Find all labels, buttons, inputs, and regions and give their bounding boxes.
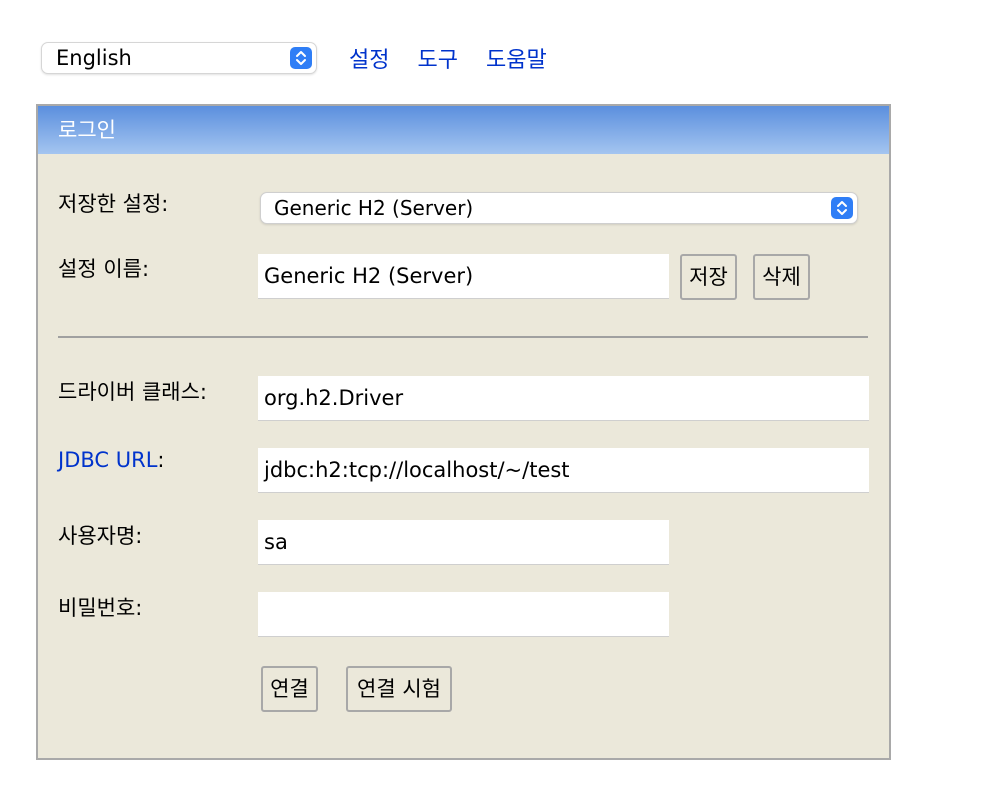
username-label: 사용자명:	[58, 524, 143, 548]
saved-settings-label: 저장한 설정:	[58, 192, 169, 216]
saved-settings-value: Generic H2 (Server)	[274, 196, 474, 220]
driver-class-input[interactable]: org.h2.Driver	[258, 376, 869, 421]
jdbc-url-colon: :	[157, 448, 165, 472]
chevron-up-down-icon	[290, 47, 312, 69]
help-link[interactable]: 도움말	[486, 42, 547, 74]
jdbc-url-input[interactable]: jdbc:h2:tcp://localhost/~/test	[258, 448, 869, 493]
save-button[interactable]: 저장	[680, 254, 737, 300]
panel-title: 로그인	[38, 106, 889, 154]
connect-button[interactable]: 연결	[261, 666, 318, 712]
password-input[interactable]	[258, 592, 669, 637]
chevron-up-down-icon	[831, 197, 853, 219]
login-panel: 로그인 저장한 설정: Generic H2 (Server) 설정 이름: G…	[36, 104, 891, 760]
jdbc-url-label: JDBC URL:	[58, 448, 164, 472]
jdbc-url-link[interactable]: JDBC URL	[58, 448, 157, 472]
saved-settings-select[interactable]: Generic H2 (Server)	[260, 192, 858, 224]
setting-name-label: 설정 이름:	[58, 257, 150, 281]
username-input[interactable]: sa	[258, 520, 669, 565]
tools-link[interactable]: 도구	[417, 42, 457, 74]
divider	[58, 336, 868, 338]
setting-name-input[interactable]: Generic H2 (Server)	[258, 254, 669, 299]
top-bar: English 설정 도구 도움말	[41, 41, 547, 75]
test-connection-button[interactable]: 연결 시험	[346, 666, 452, 712]
language-select[interactable]: English	[41, 42, 317, 74]
top-nav: 설정 도구 도움말	[349, 42, 547, 74]
password-label: 비밀번호:	[58, 596, 143, 620]
driver-class-label: 드라이버 클래스:	[58, 380, 207, 404]
settings-link[interactable]: 설정	[349, 42, 389, 74]
delete-button[interactable]: 삭제	[753, 254, 810, 300]
language-select-value: English	[56, 46, 132, 70]
